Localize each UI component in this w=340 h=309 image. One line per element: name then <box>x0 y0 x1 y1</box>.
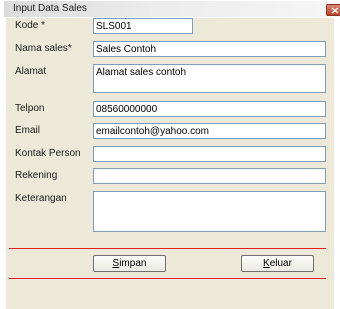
keterangan-textarea[interactable] <box>93 191 326 232</box>
telpon-label: Telpon <box>15 103 45 114</box>
keluar-label: eluar <box>269 258 292 269</box>
nama-sales-input[interactable]: Sales Contoh <box>93 41 326 57</box>
form-panel: Kode * SLS001 Nama sales* Sales Contoh A… <box>6 18 334 309</box>
kode-input[interactable]: SLS001 <box>93 18 193 34</box>
separator-bottom <box>9 278 326 279</box>
telpon-input[interactable]: 08560000000 <box>93 101 326 117</box>
input-data-sales-window: Input Data Sales Kode * SLS001 Nama sale… <box>0 0 340 309</box>
alamat-label: Alamat <box>15 66 47 77</box>
keterangan-label: Keterangan <box>15 193 67 204</box>
alamat-textarea[interactable]: Alamat sales contoh <box>93 64 326 93</box>
rekening-input[interactable] <box>93 168 326 184</box>
title-bar[interactable]: Input Data Sales <box>4 1 340 17</box>
close-icon <box>331 7 339 14</box>
window-title: Input Data Sales <box>13 3 87 14</box>
kontak-person-label: Kontak Person <box>15 148 81 159</box>
rekening-label: Rekening <box>15 170 58 181</box>
nama-sales-label: Nama sales* <box>15 43 72 54</box>
kode-label: Kode * <box>15 20 46 31</box>
keluar-button[interactable]: Keluar <box>241 255 314 272</box>
separator-top <box>9 248 326 249</box>
simpan-label: impan <box>119 258 147 269</box>
email-input[interactable]: emailcontoh@yahoo.com <box>93 123 326 139</box>
email-label: Email <box>15 125 41 136</box>
kontak-person-input[interactable] <box>93 146 326 162</box>
keluar-mnemonic: K <box>263 258 270 269</box>
simpan-button[interactable]: Simpan <box>93 255 166 272</box>
close-button[interactable] <box>326 4 340 16</box>
